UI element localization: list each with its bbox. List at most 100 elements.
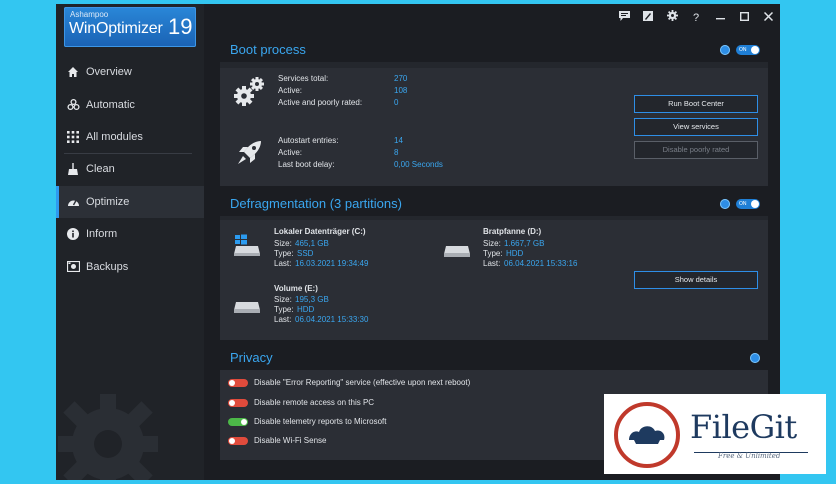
privacy-switch-off[interactable] <box>228 378 248 387</box>
filegit-watermark: FileGit Free & Unlimited <box>604 394 826 474</box>
last-label: Last: <box>274 259 292 268</box>
sidebar-item-all-modules[interactable]: All modules <box>56 121 204 153</box>
backup-icon <box>66 260 80 274</box>
last-label: Last: <box>274 315 292 324</box>
drive-c-name: Lokaler Datenträger (C:) <box>274 227 366 236</box>
view-services-button[interactable]: View services <box>634 118 758 136</box>
privacy-item[interactable]: Disable Wi-Fi Sense <box>228 436 326 445</box>
filegit-name: FileGit <box>690 408 797 446</box>
hard-drive-icon <box>444 246 470 257</box>
drive-e-size: 195,3 GB <box>295 295 329 304</box>
autostart-value: 14 <box>394 136 403 145</box>
sidebar-item-label: Backups <box>86 260 129 273</box>
drive-d-size: 1.667,7 GB <box>504 239 545 248</box>
help-icon[interactable]: ? <box>688 10 704 26</box>
app-logo[interactable]: Ashampoo WinOptimizer 19 <box>64 7 196 47</box>
disable-poorly-rated-button[interactable]: Disable poorly rated <box>634 141 758 159</box>
sidebar-item-label: Automatic <box>86 98 135 111</box>
sidebar-item-automatic[interactable]: Automatic <box>56 88 204 120</box>
filegit-tagline: Free & Unlimited <box>718 452 781 460</box>
sidebar-item-label: All modules <box>86 130 143 143</box>
privacy-item-label: Disable telemetry reports to Microsoft <box>254 417 387 426</box>
sidebar-item-label: Inform <box>86 228 118 241</box>
privacy-switch-off[interactable] <box>228 398 248 407</box>
logo-brand: Ashampoo <box>70 10 109 19</box>
settings-dot-icon[interactable] <box>720 199 730 209</box>
boot-toggle-switch[interactable]: ON <box>736 45 760 55</box>
autostart-label: Autostart entries: <box>278 136 339 145</box>
close-icon[interactable] <box>760 10 776 26</box>
defrag-section-title: Defragmentation (3 partitions) <box>230 196 402 211</box>
run-boot-center-button[interactable]: Run Boot Center <box>634 95 758 113</box>
gear-watermark-icon <box>58 394 158 480</box>
broom-icon <box>66 162 80 176</box>
services-active-label: Active: <box>278 86 303 95</box>
privacy-switch-on[interactable] <box>228 417 248 426</box>
services-poor-label: Active and poorly rated: <box>278 98 363 107</box>
sidebar-item-inform[interactable]: Inform <box>56 218 204 250</box>
system-drive-icon <box>234 234 260 256</box>
drive-c-type: SSD <box>297 249 314 258</box>
panel-top-shade <box>220 216 768 220</box>
logo-version: 19 <box>168 14 193 39</box>
sidebar-item-label: Clean <box>86 163 115 176</box>
privacy-switch-off[interactable] <box>228 436 248 445</box>
rocket-icon <box>238 141 261 164</box>
drive-d-last: 06.04.2021 15:33:16 <box>504 259 578 268</box>
show-details-button[interactable]: Show details <box>634 271 758 289</box>
services-total-label: Services total: <box>278 74 329 83</box>
autostart-active-value: 8 <box>394 148 399 157</box>
hard-drive-icon <box>234 302 260 313</box>
sidebar-item-overview[interactable]: Overview <box>56 56 204 88</box>
sidebar-item-label: Optimize <box>86 195 130 208</box>
size-label: Size: <box>483 239 501 248</box>
boot-delay-value: 0,00 Seconds <box>394 160 443 169</box>
services-active-value: 108 <box>394 86 408 95</box>
sidebar-item-clean[interactable]: Clean <box>56 153 204 185</box>
privacy-item[interactable]: Disable telemetry reports to Microsoft <box>228 417 387 426</box>
info-icon <box>66 227 80 241</box>
sidebar-item-optimize[interactable]: Optimize <box>56 185 204 219</box>
panel-top-shade <box>220 62 768 68</box>
gears-icon <box>234 77 264 106</box>
autostart-active-label: Active: <box>278 148 303 157</box>
chat-icon[interactable] <box>616 10 632 26</box>
privacy-item-label: Disable "Error Reporting" service (effec… <box>254 378 471 387</box>
privacy-section-title: Privacy <box>230 350 273 365</box>
drive-d-type: HDD <box>506 249 524 258</box>
type-label: Type: <box>483 249 503 258</box>
speedometer-icon <box>66 195 80 209</box>
automatic-icon <box>66 98 80 112</box>
services-poor-value: 0 <box>394 98 399 107</box>
drive-d-name: Bratpfanne (D:) <box>483 227 542 236</box>
sidebar-item-label: Overview <box>86 66 132 79</box>
privacy-item[interactable]: Disable remote access on this PC <box>228 398 374 407</box>
drive-c-last: 16.03.2021 19:34:49 <box>295 259 369 268</box>
privacy-settings-group <box>750 353 760 363</box>
edit-icon[interactable] <box>640 10 656 26</box>
title-bar: ? <box>616 10 776 26</box>
sidebar-nav: Overview Automatic All modules Clean Opt… <box>56 56 204 283</box>
type-label: Type: <box>274 305 294 314</box>
filegit-logo-icon <box>614 402 680 468</box>
minimize-icon[interactable] <box>712 10 728 26</box>
sidebar: Ashampoo WinOptimizer 19 Overview Automa… <box>56 4 204 480</box>
sidebar-divider <box>64 153 192 154</box>
size-label: Size: <box>274 295 292 304</box>
drive-e-name: Volume (E:) <box>274 284 318 293</box>
services-total-value: 270 <box>394 74 408 83</box>
drive-c-size: 465,1 GB <box>295 239 329 248</box>
privacy-item-label: Disable remote access on this PC <box>254 398 375 407</box>
sidebar-item-backups[interactable]: Backups <box>56 250 204 282</box>
privacy-item[interactable]: Disable "Error Reporting" service (effec… <box>228 378 470 387</box>
defrag-toggle-switch[interactable]: ON <box>736 199 760 209</box>
settings-dot-icon[interactable] <box>720 45 730 55</box>
home-icon <box>66 65 80 79</box>
defrag-toggle-group: ON <box>720 199 760 209</box>
maximize-icon[interactable] <box>736 10 752 26</box>
boot-panel: Services total: 270 Active: 108 Active a… <box>220 62 768 186</box>
settings-dot-icon[interactable] <box>750 353 760 363</box>
last-label: Last: <box>483 259 501 268</box>
gear-icon[interactable] <box>664 10 680 26</box>
boot-delay-label: Last boot delay: <box>278 160 335 169</box>
